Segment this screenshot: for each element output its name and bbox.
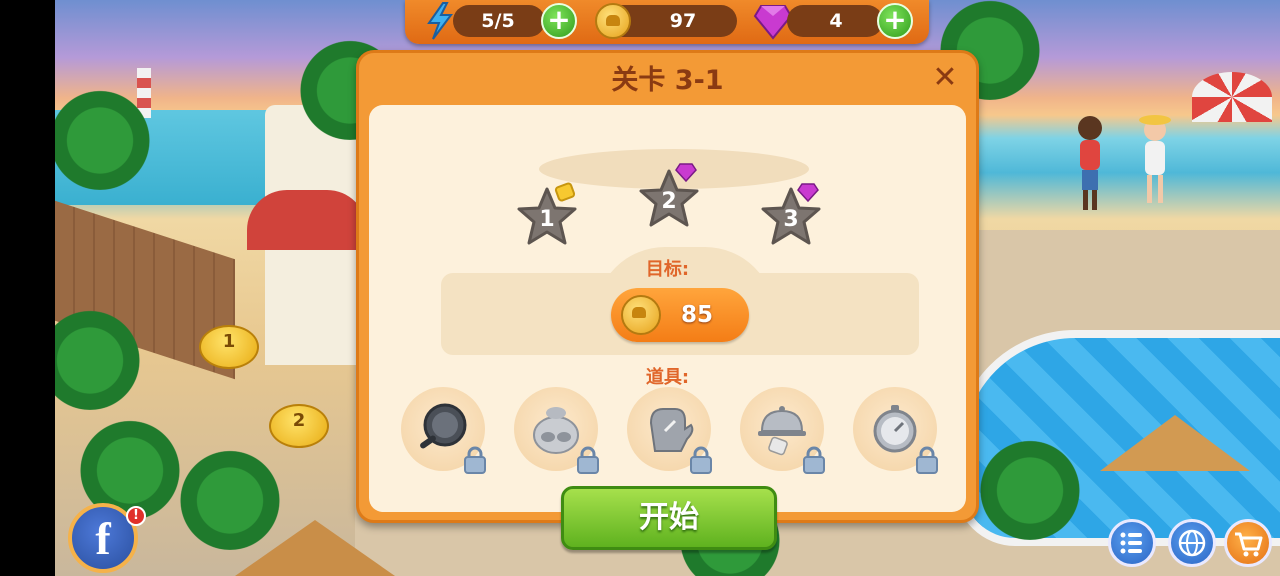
lock-icon	[916, 446, 938, 474]
goal-label: 目标:	[645, 259, 690, 280]
level-title: 关卡 3-1	[611, 65, 724, 96]
palm-tree	[75, 410, 185, 520]
world-map-button[interactable]	[1168, 519, 1216, 567]
shop-button[interactable]	[1224, 519, 1272, 567]
lock-icon	[577, 446, 599, 474]
star-3: 3	[759, 183, 823, 249]
star-2: 2	[637, 163, 701, 231]
booster-frying-pan[interactable]	[401, 387, 486, 474]
list-icon	[1120, 532, 1142, 554]
coin-icon	[595, 3, 631, 39]
notification-badge: !	[126, 506, 146, 526]
goal-coin-target: 85	[611, 288, 749, 342]
energy-value: 5/5	[481, 10, 515, 32]
map-level-node[interactable]: 1	[199, 325, 259, 369]
gem-reward-icon	[797, 183, 819, 203]
shopping-cart-icon	[1235, 532, 1263, 557]
gem-reward-icon	[675, 163, 697, 183]
add-energy-button[interactable]: +	[541, 3, 577, 39]
booster-oven-mitt[interactable]	[627, 387, 712, 474]
energy-bolt-icon	[427, 2, 453, 40]
add-gems-button[interactable]: +	[877, 3, 913, 39]
start-button[interactable]: 开始	[561, 486, 777, 550]
menu-list-button[interactable]	[1108, 519, 1156, 567]
coin-reward-icon	[554, 182, 576, 202]
resource-bar: 5/5 + 97 4 +	[405, 0, 929, 44]
coin-value: 97	[669, 10, 697, 32]
beach-guests	[1078, 115, 1171, 210]
lock-icon	[803, 446, 825, 474]
gem-value: 4	[829, 10, 843, 32]
level-dialog: 关卡 3-1 ✕ 1 2 3 目标: 85 道具: 开始	[356, 50, 979, 550]
globe-icon	[1178, 529, 1206, 557]
map-level-number: 2	[292, 410, 306, 431]
close-button[interactable]: ✕	[930, 63, 960, 93]
palm-tree	[975, 430, 1085, 540]
booster-serving-cloche[interactable]	[740, 387, 825, 474]
beach-umbrella	[1192, 72, 1272, 122]
coin-icon	[621, 295, 661, 335]
goal-value: 85	[681, 302, 714, 328]
booster-flour-bag[interactable]	[514, 387, 599, 474]
lock-icon	[690, 446, 712, 474]
star-1: 1	[515, 182, 579, 249]
map-level-node[interactable]: 2	[269, 404, 329, 448]
items-label: 道具:	[645, 367, 690, 388]
lock-icon	[464, 446, 486, 474]
dialog-content: 1 2 3 目标: 85 道具: 开始	[369, 105, 966, 550]
map-level-number: 1	[222, 331, 236, 352]
palm-tree	[175, 440, 285, 550]
restaurant-awning	[247, 190, 367, 250]
booster-timer[interactable]	[853, 387, 938, 474]
